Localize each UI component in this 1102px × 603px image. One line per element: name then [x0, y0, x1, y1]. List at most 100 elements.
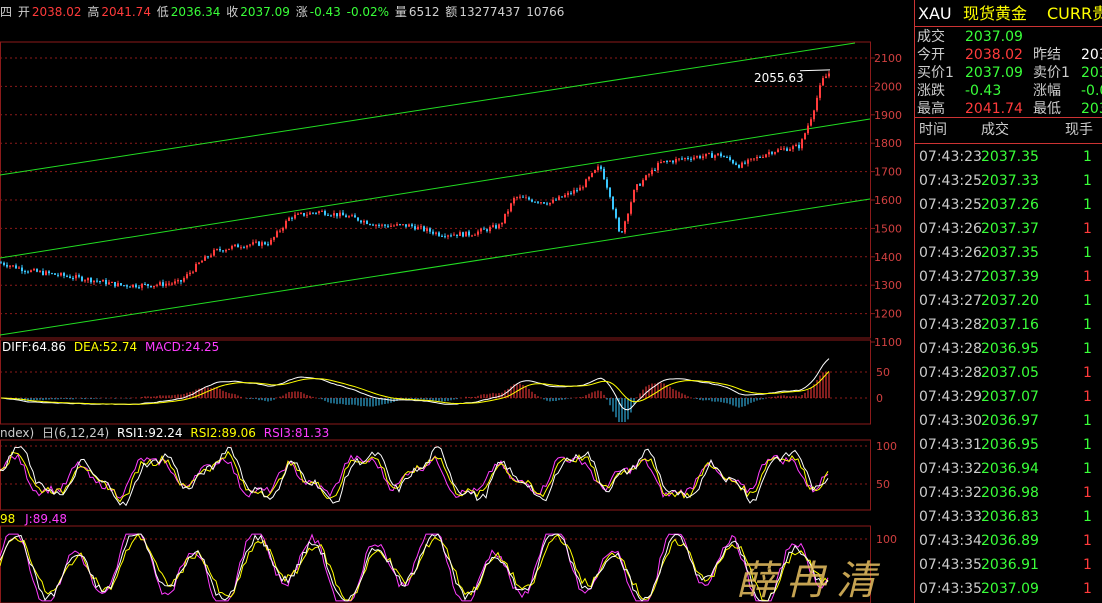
- tick-volume: 1: [1083, 389, 1092, 405]
- tick-row: 07:43:31 2036.95 1: [915, 433, 1102, 457]
- candle-body: [132, 284, 134, 288]
- quote-label: 买价1: [917, 65, 954, 81]
- macd-diff-line: [0, 358, 830, 411]
- price-tick-label: 1400: [874, 251, 902, 264]
- candle-body: [351, 215, 353, 217]
- chart-area[interactable]: 2100 2000 1900 1800 1700 1600 1500 1400 1300 1200…: [0, 24, 912, 603]
- candle-body: [255, 241, 257, 243]
- candle-body: [138, 287, 140, 289]
- candle-body: [597, 166, 599, 171]
- candle-body: [345, 215, 347, 218]
- candle-body: [675, 158, 677, 163]
- candle-body: [618, 217, 620, 232]
- candle-body: [516, 197, 518, 199]
- quote-value: 203: [1081, 47, 1102, 63]
- candle-body: [555, 199, 557, 201]
- candle-body: [342, 212, 344, 216]
- candle-body: [69, 276, 71, 279]
- candle-body: [438, 232, 440, 236]
- peak-marker-line: [799, 69, 831, 72]
- kdj-j-line: [0, 533, 829, 602]
- candle-body: [417, 226, 419, 230]
- candle-body: [573, 190, 575, 194]
- candle-body: [204, 256, 206, 261]
- amount-value: 13277437: [459, 5, 521, 19]
- tick-volume: 1: [1083, 533, 1092, 549]
- candle-body: [285, 220, 287, 228]
- tick-time: 07:43:26: [919, 245, 982, 261]
- candle-body: [459, 232, 461, 236]
- candle-body: [663, 161, 665, 163]
- tick-price: 2036.97: [981, 413, 1039, 429]
- candle-body: [258, 241, 260, 246]
- tick-row: 07:43:27 2037.39 1: [915, 265, 1102, 289]
- quote-panel: XAU 现货黄金 CURR贵 成交2037.09今开2038.02昨结203买价…: [914, 0, 1102, 603]
- rsi1-line: [0, 446, 829, 507]
- candle-body: [198, 262, 200, 264]
- candle-body: [783, 148, 785, 150]
- candle-body: [324, 210, 326, 215]
- candle-body: [822, 78, 824, 86]
- candle-body: [93, 280, 95, 283]
- candle-body: [576, 190, 578, 192]
- channel-line: [0, 42, 856, 176]
- candle-body: [177, 280, 179, 282]
- tick-row: 07:43:35 2037.09 1: [915, 577, 1102, 601]
- rsi-tick-label: 100: [876, 440, 897, 453]
- candle-body: [819, 85, 821, 98]
- tick-row: 07:43:30 2036.97 1: [915, 409, 1102, 433]
- price-tick-label: 1700: [874, 166, 902, 179]
- candle-body: [684, 158, 686, 160]
- kdj-j-label: J:89.48: [24, 512, 67, 526]
- candle-body: [267, 244, 269, 246]
- macd-legend: DIFF:64.86 DEA:52.74 MACD:24.25: [2, 340, 219, 354]
- quote-row: 成交 2037.09: [915, 28, 1102, 46]
- candle-body: [0, 262, 2, 264]
- candle-body: [645, 175, 647, 181]
- candle-body: [426, 228, 428, 231]
- tick-price: 2036.89: [981, 533, 1039, 549]
- candle-body: [633, 189, 635, 203]
- candle-body: [321, 210, 323, 212]
- tick-row: 07:43:33 2036.83 1: [915, 505, 1102, 529]
- quote-value: 2037.09: [965, 65, 1023, 81]
- price-tick-label: 1200: [874, 308, 902, 321]
- candle-body: [339, 212, 341, 217]
- price-tick-label: 1100: [874, 336, 902, 349]
- candle-body: [18, 267, 20, 269]
- tick-volume: 1: [1083, 149, 1092, 165]
- candle-body: [6, 264, 8, 267]
- quote-row: 涨跌 -0.43 涨幅 -0.0: [915, 82, 1102, 100]
- tick-row: 07:43:23 2037.35 1: [915, 145, 1102, 169]
- quote-value: 2038.02: [965, 47, 1023, 63]
- tick-row: 07:43:32 2036.98 1: [915, 481, 1102, 505]
- candle-body: [60, 273, 62, 276]
- tick-time: 07:43:35: [919, 581, 982, 597]
- tick-volume: 1: [1083, 293, 1092, 309]
- close-value: 2037.09: [240, 5, 290, 19]
- candle-body: [249, 244, 251, 246]
- candle-body: [354, 215, 356, 218]
- candle-body: [498, 224, 500, 229]
- candle-body: [588, 176, 590, 180]
- candle-body: [669, 160, 671, 162]
- candle-body: [717, 153, 719, 156]
- quote-label: 成交: [917, 29, 945, 45]
- candle-body: [543, 202, 545, 204]
- candle-body: [66, 275, 68, 277]
- candle-body: [507, 211, 509, 214]
- candle-body: [600, 166, 602, 169]
- candle-body: [567, 192, 569, 196]
- candle-body: [756, 156, 758, 159]
- quote-row: 买价1 2037.09 卖价1 203: [915, 64, 1102, 82]
- candle-body: [309, 212, 311, 215]
- tick-row: 07:43:26 2037.37 1: [915, 217, 1102, 241]
- candle-body: [720, 153, 722, 157]
- tick-row: 07:43:26 2037.35 1: [915, 241, 1102, 265]
- candle-body: [774, 152, 776, 154]
- candle-body: [282, 227, 284, 231]
- tick-volume: 1: [1083, 557, 1092, 573]
- price-axis: 2100 2000 1900 1800 1700 1600 1500 1400 1300 1200…: [870, 52, 902, 546]
- panel-divider: [915, 26, 1102, 27]
- candle-body: [534, 201, 536, 203]
